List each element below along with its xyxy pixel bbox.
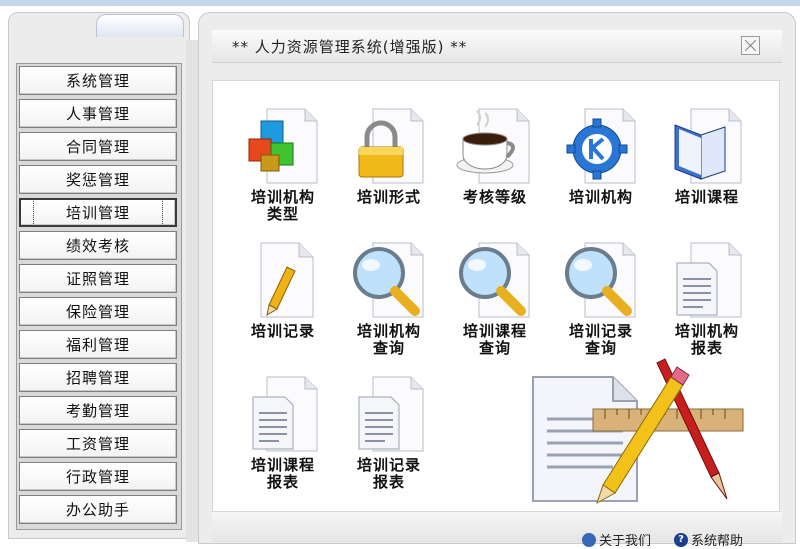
sidebar-item-label: 合同管理 (65, 138, 130, 156)
report-document-icon (349, 373, 429, 455)
sidebar-item-label: 招聘管理 (65, 369, 130, 387)
help-icon: ? (674, 532, 688, 547)
colored-cubes-icon (243, 105, 323, 187)
module-panel: 培训机构 类型 培训形式 考核等级 培训机构 培训课程 培训记录 培训机构 查询… (212, 80, 780, 512)
close-icon[interactable] (741, 36, 760, 55)
module-training-institution[interactable]: 培训机构 (549, 105, 653, 206)
sidebar-item-label: 行政管理 (65, 468, 130, 486)
module-training-course-query[interactable]: 培训课程 查询 (443, 239, 547, 357)
about-icon (582, 532, 596, 547)
system-help-link[interactable]: ? 系统帮助 (674, 530, 743, 549)
sidebar-item-label: 办公助手 (65, 501, 130, 519)
about-us-link[interactable]: 关于我们 (582, 530, 651, 549)
sidebar-tab (96, 14, 184, 37)
report-document-icon (667, 239, 747, 321)
magnifier-icon (455, 239, 535, 321)
sidebar-item-welfare[interactable]: 福利管理 (19, 330, 177, 359)
module-training-course-report[interactable]: 培训课程 报表 (231, 373, 335, 491)
sidebar-item-rewards[interactable]: 奖惩管理 (19, 165, 177, 194)
sidebar-item-contract[interactable]: 合同管理 (19, 132, 177, 161)
magnifier-icon (349, 239, 429, 321)
sidebar-item-label: 系统管理 (65, 72, 130, 90)
module-training-format[interactable]: 培训形式 (337, 105, 441, 206)
padlock-icon (349, 105, 429, 187)
sidebar-menu: 系统管理 人事管理 合同管理 奖惩管理 培训管理 绩效考核 证照管理 保险管理 … (16, 63, 182, 530)
magnifier-icon (561, 239, 641, 321)
sidebar-item-label: 福利管理 (65, 336, 130, 354)
sidebar-item-label: 工资管理 (65, 435, 130, 453)
top-strip (0, 0, 800, 6)
sidebar-item-administration[interactable]: 行政管理 (19, 462, 177, 491)
module-assessment-grade[interactable]: 考核等级 (443, 105, 547, 206)
gear-k-icon (561, 105, 641, 187)
sidebar-item-system[interactable]: 系统管理 (19, 66, 177, 95)
module-training-record-report[interactable]: 培训记录 报表 (337, 373, 441, 491)
open-book-icon (667, 105, 747, 187)
sidebar-item-performance[interactable]: 绩效考核 (19, 231, 177, 260)
sidebar-item-personnel[interactable]: 人事管理 (19, 99, 177, 128)
module-training-record[interactable]: 培训记录 (231, 239, 335, 340)
module-training-institution-type[interactable]: 培训机构 类型 (231, 105, 335, 223)
module-training-institution-query[interactable]: 培训机构 查询 (337, 239, 441, 357)
sidebar-item-label: 培训管理 (32, 199, 164, 226)
sidebar-item-insurance[interactable]: 保险管理 (19, 297, 177, 326)
sidebar-item-label: 证照管理 (65, 270, 130, 288)
sidebar-item-label: 考勤管理 (65, 402, 130, 420)
coffee-cup-icon (455, 105, 535, 187)
module-training-course[interactable]: 培训课程 (655, 105, 759, 206)
window-title: ** 人力资源管理系统(增强版) ** (232, 38, 468, 56)
sidebar-item-salary[interactable]: 工资管理 (19, 429, 177, 458)
module-training-institution-report[interactable]: 培训机构 报表 (655, 239, 759, 357)
sidebar-item-label: 人事管理 (65, 105, 130, 123)
sidebar-item-label: 奖惩管理 (65, 171, 130, 189)
sidebar-item-label: 保险管理 (65, 303, 130, 321)
sidebar-item-training[interactable]: 培训管理 (19, 198, 177, 227)
sidebar-item-label: 绩效考核 (65, 237, 130, 255)
title-bar: ** 人力资源管理系统(增强版) ** (212, 30, 782, 63)
status-bar: 关于我们 ? 系统帮助 (212, 512, 782, 549)
sidebar-item-recruitment[interactable]: 招聘管理 (19, 363, 177, 392)
sidebar-item-certificates[interactable]: 证照管理 (19, 264, 177, 293)
design-tools-illustration (513, 357, 753, 507)
sidebar-item-attendance[interactable]: 考勤管理 (19, 396, 177, 425)
module-training-record-query[interactable]: 培训记录 查询 (549, 239, 653, 357)
sidebar-item-office-assistant[interactable]: 办公助手 (19, 495, 177, 524)
document-pencil-icon (243, 239, 323, 321)
report-document-icon (243, 373, 323, 455)
